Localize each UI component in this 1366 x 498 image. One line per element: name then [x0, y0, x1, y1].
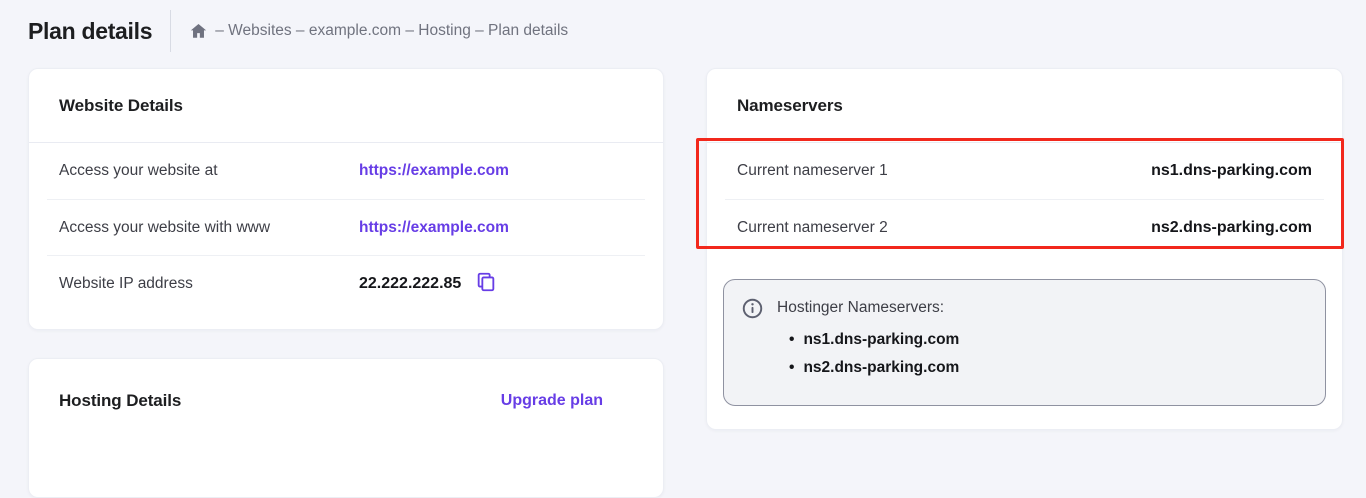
- table-row: Current nameserver 1 ns1.dns-parking.com: [725, 143, 1324, 199]
- row-label: Access your website with www: [59, 218, 271, 236]
- nameservers-card: Nameservers Current nameserver 1 ns1.dns…: [706, 68, 1343, 430]
- upgrade-plan-link[interactable]: Upgrade plan: [501, 392, 603, 410]
- hosting-details-title: Hosting Details: [59, 391, 182, 410]
- website-url-link[interactable]: https://example.com: [359, 162, 509, 180]
- nameservers-rows: Current nameserver 1 ns1.dns-parking.com…: [707, 143, 1342, 255]
- info-heading: Hostinger Nameservers:: [777, 299, 945, 316]
- copy-icon: [475, 271, 497, 296]
- table-row: Access your website with www https://exa…: [47, 199, 645, 255]
- hostinger-nameservers-info-box: Hostinger Nameservers: ns1.dns-parking.c…: [723, 279, 1326, 406]
- ip-address-value: 22.222.222.85: [359, 274, 462, 292]
- list-item: ns2.dns-parking.com: [789, 354, 959, 382]
- home-icon[interactable]: [189, 22, 208, 40]
- page-title: Plan details: [28, 17, 153, 44]
- header-divider: [170, 10, 172, 52]
- table-row: Access your website at https://example.c…: [47, 143, 645, 199]
- nameserver-2-value: ns2.dns-parking.com: [1151, 218, 1312, 236]
- row-label: Access your website at: [59, 162, 218, 179]
- website-details-header: Website Details: [29, 69, 663, 143]
- row-label: Current nameserver 2: [737, 218, 888, 236]
- list-item: ns1.dns-parking.com: [789, 326, 959, 354]
- hosting-details-header: Hosting Details Upgrade plan: [29, 359, 663, 443]
- website-details-card: Website Details Access your website at h…: [28, 68, 664, 330]
- row-label: Website IP address: [59, 274, 193, 292]
- info-content: Hostinger Nameservers: ns1.dns-parking.c…: [777, 297, 959, 388]
- nameservers-title: Nameservers: [737, 95, 843, 115]
- breadcrumb-trail: – Websites – example.com – Hosting – Pla…: [215, 22, 569, 39]
- website-www-url-link[interactable]: https://example.com: [359, 219, 509, 237]
- nameservers-header: Nameservers: [707, 69, 1342, 143]
- website-details-title: Website Details: [59, 95, 183, 115]
- table-row: Current nameserver 2 ns2.dns-parking.com: [725, 199, 1324, 255]
- website-details-rows: Access your website at https://example.c…: [29, 143, 663, 311]
- nameserver-1-value: ns1.dns-parking.com: [1151, 162, 1312, 179]
- page-header: Plan details – Websites – example.com – …: [0, 0, 1366, 62]
- info-icon: [742, 298, 763, 388]
- breadcrumb: – Websites – example.com – Hosting – Pla…: [189, 22, 568, 40]
- table-row: Website IP address 22.222.222.85: [47, 255, 645, 311]
- row-label: Current nameserver 1: [737, 162, 888, 179]
- copy-ip-button[interactable]: [475, 271, 497, 296]
- nameservers-list: ns1.dns-parking.com ns2.dns-parking.com: [777, 326, 959, 382]
- hosting-details-card: Hosting Details Upgrade plan: [28, 358, 664, 498]
